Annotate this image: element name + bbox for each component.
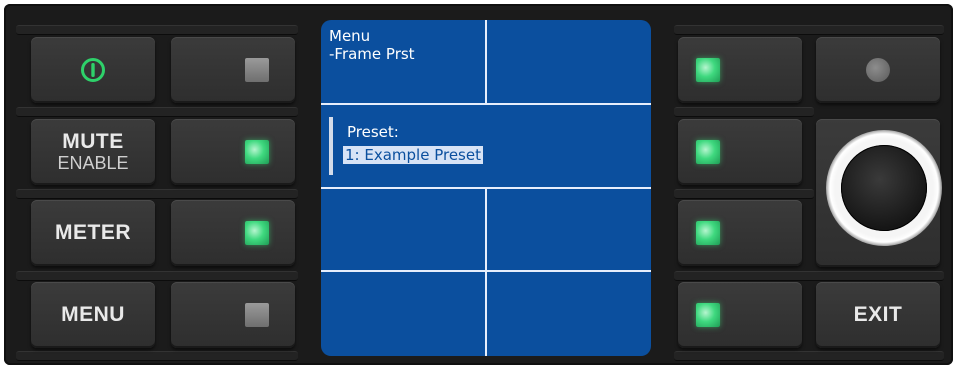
indicator-led-green (696, 221, 720, 245)
soft-key-right-3[interactable] (678, 200, 802, 266)
soft-key-left-1[interactable] (171, 37, 295, 103)
menu-title: Menu (329, 27, 371, 45)
preset-value-text: 1: Example Preset (343, 146, 483, 164)
exit-label: EXIT (853, 303, 903, 326)
frame-rail (674, 107, 814, 117)
indicator-led-green (696, 58, 720, 82)
frame-rail (16, 351, 298, 361)
grid-divider (321, 270, 651, 272)
soft-key-left-3[interactable] (171, 200, 295, 266)
frame-rail (674, 351, 944, 361)
preset-value[interactable]: 1: Example Preset (343, 146, 483, 164)
knob-cap (841, 145, 927, 231)
frame-rail (674, 25, 944, 35)
menu-label: MENU (61, 303, 125, 326)
soft-key-right-4[interactable] (678, 282, 802, 348)
meter-button[interactable]: METER (31, 200, 155, 266)
frame-rail (16, 189, 298, 199)
grid-divider (485, 20, 487, 103)
encoder-knob[interactable] (826, 130, 942, 246)
soft-key-left-4[interactable] (171, 282, 295, 348)
lcd-display: Menu -Frame Prst Preset: 1: Example Pres… (321, 20, 651, 356)
focus-indicator (329, 117, 333, 175)
indicator-led-off (245, 303, 269, 327)
mute-enable-button[interactable]: MUTE ENABLE (31, 119, 155, 185)
indicator-led-green (245, 221, 269, 245)
frame-rail (16, 107, 298, 117)
indicator-led-off (866, 58, 890, 82)
menu-subtitle: -Frame Prst (329, 45, 415, 63)
frame-rail (16, 25, 298, 35)
soft-key-right-1[interactable] (678, 37, 802, 103)
power-button[interactable] (31, 37, 155, 103)
preset-label: Preset: (347, 123, 399, 141)
frame-rail (16, 271, 298, 281)
exit-button[interactable]: EXIT (816, 282, 940, 348)
grid-divider (321, 103, 651, 105)
frame-rail (674, 271, 944, 281)
meter-label: METER (55, 221, 131, 244)
indicator-led-green (696, 140, 720, 164)
menu-button[interactable]: MENU (31, 282, 155, 348)
indicator-led-green (696, 303, 720, 327)
soft-key-left-2[interactable] (171, 119, 295, 185)
mute-label: MUTE (62, 130, 124, 153)
indicator-led-green (245, 140, 269, 164)
power-icon (81, 58, 105, 82)
frame-rail (674, 189, 814, 199)
soft-key-right-2[interactable] (678, 119, 802, 185)
indicator-led-off (245, 58, 269, 82)
enable-label: ENABLE (57, 153, 129, 173)
aux-button[interactable] (816, 37, 940, 103)
